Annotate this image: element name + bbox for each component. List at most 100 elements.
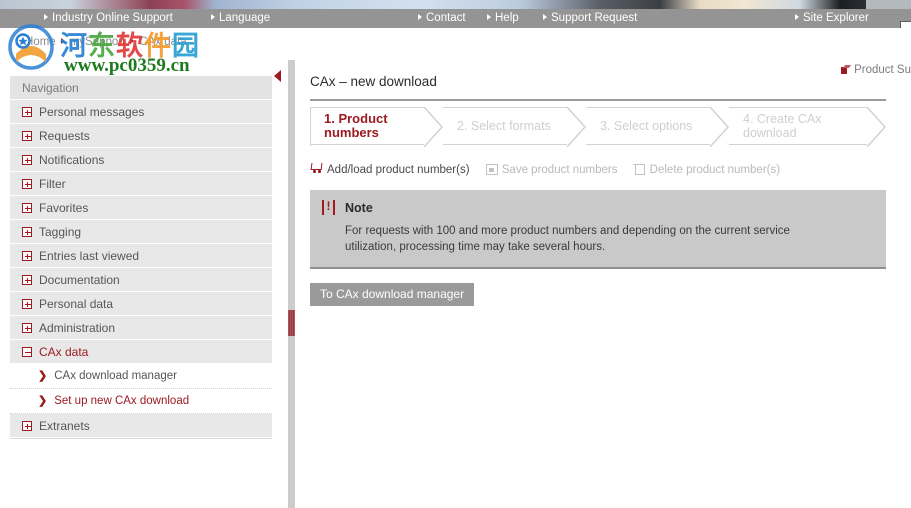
save-product-numbers-link: Save product numbers: [485, 162, 618, 178]
step-left-border: [310, 108, 311, 146]
expand-plus-icon[interactable]: [22, 131, 32, 141]
sidebar-subitem-label: Set up new CAx download: [54, 395, 190, 407]
sidebar-item-extranets[interactable]: Extranets: [10, 414, 272, 438]
chevron-right-icon: ❯: [38, 370, 48, 382]
sidebar-item-label: Requests: [39, 129, 90, 143]
chevron-right-icon: [543, 14, 547, 20]
nav-item-site-explorer[interactable]: Site Explorer: [795, 9, 869, 28]
page-title: CAx – new download: [310, 74, 437, 89]
sidebar-item-label: Tagging: [39, 225, 82, 239]
nav-item-help[interactable]: Help: [487, 9, 519, 28]
sidebar-item-label: Extranets: [39, 419, 90, 433]
expand-plus-icon[interactable]: [22, 227, 32, 237]
tab-step-2-select-formats[interactable]: 2. Select formats: [443, 107, 586, 147]
title-divider: [310, 99, 886, 101]
step-arrow-icon: [424, 107, 443, 147]
step-label: 2. Select formats: [457, 119, 551, 133]
breadcrumb-item-cax-data[interactable]: CAx data: [139, 36, 186, 48]
sidebar-collapse-arrow-icon[interactable]: [274, 70, 281, 82]
save-icon: [485, 162, 498, 175]
sidebar-subitem-label: CAx download manager: [54, 370, 177, 382]
sidebar-navigation: Navigation Personal messages Requests No…: [10, 76, 272, 439]
sidebar-item-documentation[interactable]: Documentation: [10, 268, 272, 292]
sidebar-item-label: CAx data: [39, 345, 89, 359]
nav-label: Industry Online Support: [52, 12, 173, 24]
nav-item-support-request[interactable]: Support Request: [543, 9, 637, 28]
step-arrow-icon: [710, 107, 729, 147]
sidebar-item-label: Entries last viewed: [39, 249, 140, 263]
tool-link-label: Save product numbers: [501, 164, 618, 176]
sidebar-item-label: Notifications: [39, 153, 105, 167]
expand-plus-icon[interactable]: [22, 179, 32, 189]
breadcrumb: Home mySupport CAx data: [16, 35, 187, 49]
nav-item-language[interactable]: Language: [211, 9, 270, 28]
sidebar-item-label: Administration: [39, 321, 116, 335]
note-header: Note: [322, 199, 874, 215]
nav-label: Language: [219, 12, 271, 24]
tab-step-1-product-numbers[interactable]: 1. Product numbers: [310, 107, 443, 147]
breadcrumb-row: Home mySupport CAx data Product Su: [0, 28, 911, 76]
nav-label: Help: [495, 12, 519, 24]
to-cax-download-manager-button[interactable]: To CAx download manager: [310, 283, 475, 306]
sidebar-item-notifications[interactable]: Notifications: [10, 148, 272, 172]
header-photo-banner: [0, 0, 866, 9]
sidebar-item-tagging[interactable]: Tagging: [10, 220, 272, 244]
expand-plus-icon[interactable]: [22, 323, 32, 333]
sidebar-item-filter[interactable]: Filter: [10, 172, 272, 196]
sidebar-header: Navigation: [10, 76, 272, 100]
sidebar-item-cax-data[interactable]: CAx data: [10, 340, 272, 364]
splitter-drag-handle[interactable]: [288, 310, 295, 336]
trash-icon: [632, 162, 646, 175]
expand-plus-icon[interactable]: [22, 107, 32, 117]
chevron-right-icon: [44, 14, 48, 20]
expand-plus-icon[interactable]: [22, 251, 32, 261]
note-panel: Note For requests with 100 and more prod…: [310, 190, 886, 269]
delete-product-numbers-link: Delete product number(s): [632, 162, 781, 178]
note-title: Note: [345, 200, 373, 215]
cart-icon: [310, 162, 323, 175]
main-content: CAx – new download 1. Product numbers 2.…: [310, 70, 886, 306]
sidebar-subitem-set-up-new-cax-download[interactable]: ❯ Set up new CAx download: [10, 389, 272, 414]
sidebar-item-favorites[interactable]: Favorites: [10, 196, 272, 220]
breadcrumb-item-home[interactable]: Home: [25, 36, 56, 48]
exclamation-icon: [322, 199, 335, 215]
sidebar-item-requests[interactable]: Requests: [10, 124, 272, 148]
nav-label: Support Request: [551, 12, 638, 24]
tool-link-label: Delete product number(s): [649, 164, 781, 176]
sidebar-item-personal-data[interactable]: Personal data: [10, 292, 272, 316]
collapse-minus-icon[interactable]: [22, 347, 32, 357]
chevron-right-icon: [487, 14, 491, 20]
sidebar-item-administration[interactable]: Administration: [10, 316, 272, 340]
sidebar-item-entries-last-viewed[interactable]: Entries last viewed: [10, 244, 272, 268]
expand-plus-icon[interactable]: [22, 203, 32, 213]
expand-plus-icon[interactable]: [22, 421, 32, 431]
sidebar-item-personal-messages[interactable]: Personal messages: [10, 100, 272, 124]
nav-label: Contact: [426, 12, 466, 24]
breadcrumb-arrow-icon: [16, 38, 20, 44]
nav-item-contact[interactable]: Contact: [418, 9, 466, 28]
panel-splitter[interactable]: [288, 60, 295, 508]
nav-label: Site Explorer: [803, 12, 869, 24]
add-load-product-numbers-link[interactable]: Add/load product number(s): [310, 162, 470, 178]
watermark-url: www.pc0359.cn: [64, 55, 190, 76]
tab-step-3-select-options[interactable]: 3. Select options: [586, 107, 729, 147]
expand-plus-icon[interactable]: [22, 155, 32, 165]
tab-step-4-create-cax-download[interactable]: 4. Create CAx download: [729, 107, 886, 147]
sidebar-item-label: Personal messages: [39, 105, 145, 119]
chevron-right-icon: ❯: [38, 395, 48, 407]
sidebar-item-label: Favorites: [39, 201, 89, 215]
nav-item-industry-online-support[interactable]: Industry Online Support: [44, 9, 173, 28]
breadcrumb-item-mysupport[interactable]: mySupport: [70, 36, 126, 48]
product-number-toolbar: Add/load product number(s) Save product …: [310, 162, 886, 178]
header-photo-banner-filler: [866, 0, 911, 9]
step-wizard-tabs: 1. Product numbers 2. Select formats 3. …: [310, 107, 886, 147]
expand-plus-icon[interactable]: [22, 275, 32, 285]
breadcrumb-arrow-icon: [130, 38, 135, 44]
breadcrumb-arrow-icon: [60, 38, 65, 44]
expand-plus-icon[interactable]: [22, 299, 32, 309]
step-label: 1. Product numbers: [324, 111, 388, 140]
chevron-right-icon: [795, 14, 799, 20]
sidebar-bottom-divider: [10, 438, 272, 439]
sidebar-item-label: Personal data: [39, 297, 114, 311]
sidebar-subitem-cax-download-manager[interactable]: ❯ CAx download manager: [10, 364, 272, 389]
